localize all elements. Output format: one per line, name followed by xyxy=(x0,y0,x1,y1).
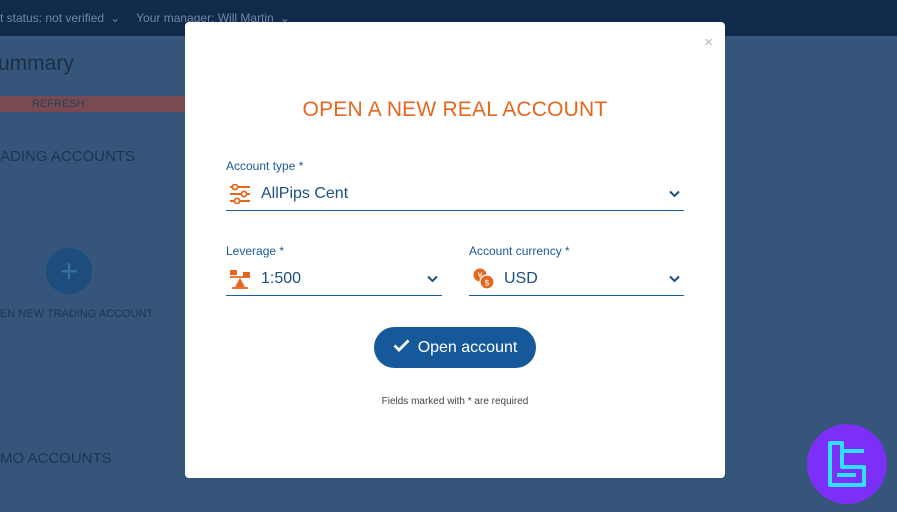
sliders-icon xyxy=(229,182,255,206)
chevron-down-icon xyxy=(426,273,438,285)
add-account-label[interactable]: EN NEW TRADING ACCOUNT xyxy=(0,308,153,320)
plus-icon: + xyxy=(59,252,79,289)
chevron-down-icon xyxy=(668,188,680,200)
required-fields-note: Fields marked with * are required xyxy=(381,396,529,407)
balance-scale-icon xyxy=(229,267,255,291)
open-account-modal: × OPEN A NEW REAL ACCOUNT Account type *… xyxy=(185,22,725,478)
verification-status[interactable]: t status: not verified xyxy=(0,11,104,25)
refresh-button[interactable]: REFRESH xyxy=(0,96,185,112)
close-icon[interactable]: × xyxy=(704,34,713,51)
leverage-value: 1:500 xyxy=(261,269,302,287)
account-type-select[interactable]: AllPips Cent xyxy=(226,177,684,211)
currency-select[interactable]: ¥ $ USD xyxy=(469,262,684,296)
leverage-select[interactable]: 1:500 xyxy=(226,262,442,296)
leverage-label: Leverage * xyxy=(226,244,285,258)
brand-logo xyxy=(807,424,887,504)
checkmark-icon xyxy=(393,339,410,357)
account-type-label: Account type * xyxy=(226,159,304,173)
trading-accounts-heading: ADING ACCOUNTS xyxy=(0,148,136,165)
account-type-field[interactable]: Account type * AllPips Cent xyxy=(226,159,684,211)
leverage-field[interactable]: Leverage * 1:500 xyxy=(226,244,442,296)
demo-accounts-heading: MO ACCOUNTS xyxy=(0,450,112,467)
currency-label: Account currency * xyxy=(469,244,570,258)
currency-exchange-icon: ¥ $ xyxy=(472,267,498,291)
chevron-down-icon: ⌄ xyxy=(110,11,121,25)
modal-title: OPEN A NEW REAL ACCOUNT xyxy=(302,98,608,121)
svg-text:$: $ xyxy=(484,278,490,288)
add-account-button[interactable]: + xyxy=(46,248,92,294)
currency-value: USD xyxy=(504,269,538,287)
currency-field[interactable]: Account currency * ¥ $ USD xyxy=(469,244,684,296)
account-type-value: AllPips Cent xyxy=(261,184,349,202)
open-account-button[interactable]: Open account xyxy=(374,327,536,368)
open-account-label: Open account xyxy=(417,338,518,356)
page-title: ummary xyxy=(0,52,74,75)
chevron-down-icon xyxy=(668,273,680,285)
